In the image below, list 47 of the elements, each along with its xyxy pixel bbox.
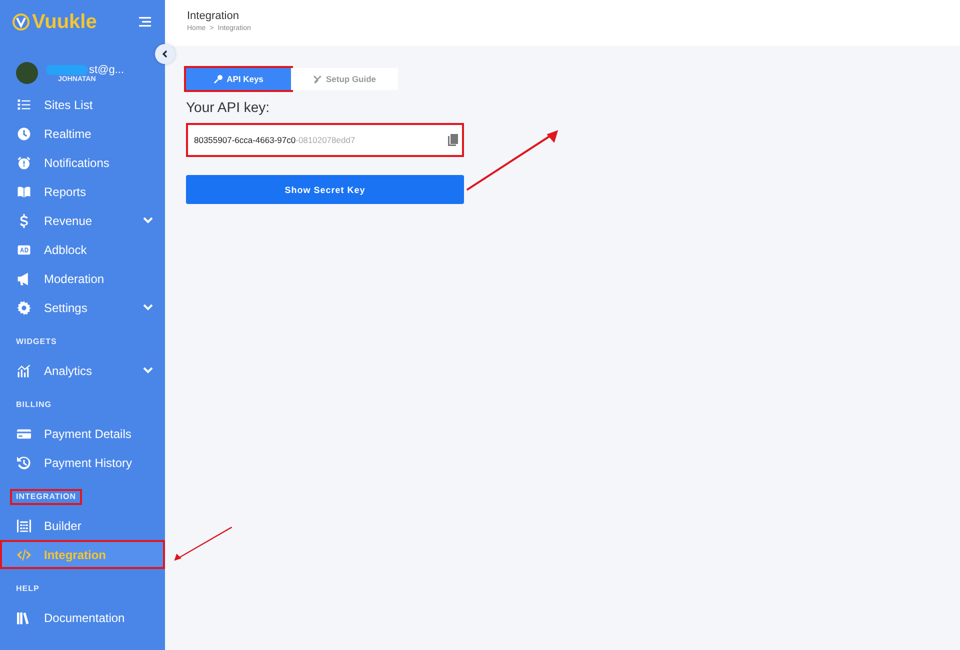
sidebar-item[interactable]: Payment History <box>0 448 165 477</box>
book-icon <box>17 184 31 198</box>
page-title: Integration <box>187 10 240 22</box>
code-icon <box>17 548 31 562</box>
sidebar-item[interactable]: Revenue <box>0 206 165 235</box>
tab[interactable]: API Keys <box>186 68 291 90</box>
sidebar-item[interactable]: Realtime <box>0 119 165 148</box>
sidebar-item[interactable]: Documentation <box>0 603 165 632</box>
section-heading: HELP <box>15 583 40 595</box>
sidebar-item[interactable]: Payment Details <box>0 419 165 448</box>
clock-icon <box>17 126 31 140</box>
sidebar-item[interactable]: Analytics <box>0 356 165 385</box>
section-heading: WIDGETS <box>15 336 58 348</box>
api-key-field[interactable]: 80355907-6cca-4663-97c0-08102078edd7 <box>186 123 464 157</box>
sidebar-item[interactable]: Moderation <box>0 264 165 293</box>
logo-text: Vuukle <box>32 10 97 34</box>
list-icon <box>17 98 31 112</box>
megaphone-icon <box>17 272 31 286</box>
card-icon <box>17 426 31 440</box>
copy-icon[interactable] <box>448 134 458 146</box>
redaction-scribble <box>46 64 88 74</box>
user-email: st@g... <box>89 64 124 76</box>
alarm-icon <box>17 156 31 170</box>
ad-icon <box>17 242 31 256</box>
section-heading: INTEGRATION <box>12 491 80 503</box>
sidebar-item[interactable]: Settings <box>0 293 165 322</box>
dollar-icon <box>17 214 31 228</box>
chevron-left-icon <box>161 50 169 58</box>
sidebar-item[interactable]: Builder <box>0 511 165 540</box>
avatar <box>16 62 38 84</box>
key-icon <box>214 74 223 84</box>
logo-icon <box>12 13 30 31</box>
api-key-label: Your API key: <box>186 99 271 115</box>
tab[interactable]: Setup Guide <box>291 68 398 90</box>
sidebar-item[interactable]: Adblock <box>0 235 165 264</box>
gear-icon <box>17 300 31 314</box>
builder-icon <box>17 518 31 532</box>
menu-icon[interactable] <box>139 17 151 27</box>
sidebar-item[interactable]: Notifications <box>0 148 165 177</box>
collapse-sidebar-button[interactable] <box>155 44 175 64</box>
chart-icon <box>17 364 31 378</box>
sidebar-item[interactable]: Sites List <box>0 90 165 119</box>
books-icon <box>17 610 31 624</box>
history-icon <box>17 456 31 470</box>
show-secret-key-button[interactable]: Show Secret Key <box>186 175 464 204</box>
section-heading: BILLING <box>15 399 52 411</box>
sidebar-item[interactable]: Reports <box>0 177 165 206</box>
